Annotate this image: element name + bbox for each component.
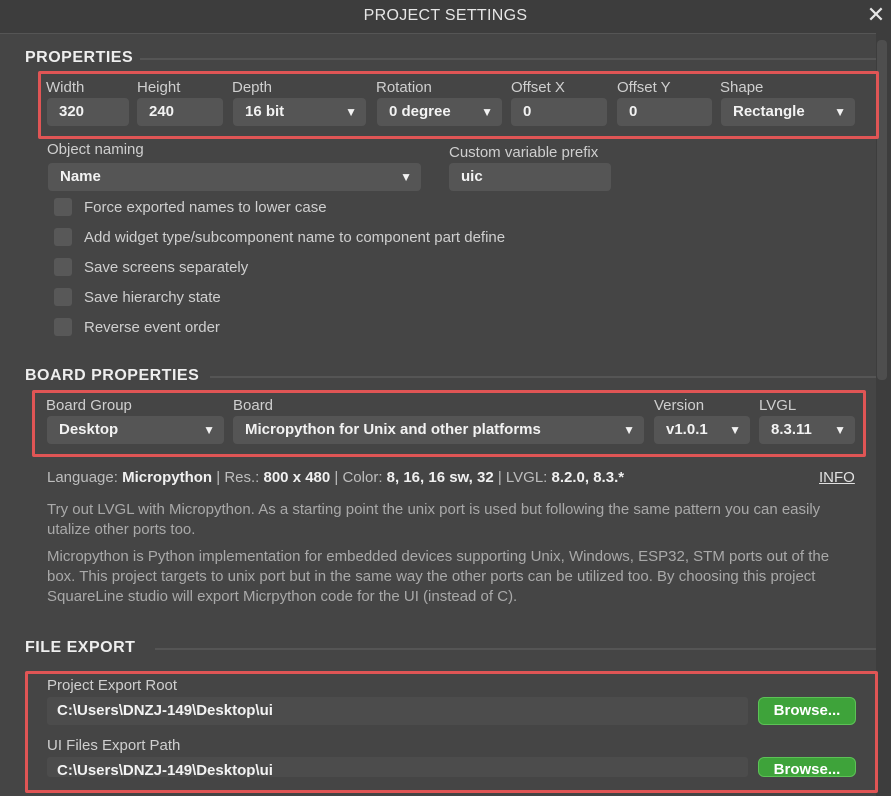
lvgl-dropdown[interactable]: 8.3.11 ▼ [759, 416, 855, 444]
board-group-value: Desktop [59, 421, 119, 438]
offset-y-label: Offset Y [617, 79, 671, 96]
lvgl-value: 8.3.11 [771, 421, 812, 438]
properties-title: PROPERTIES [25, 49, 134, 66]
board-group-label: Board Group [46, 397, 132, 414]
shape-dropdown[interactable]: Rectangle ▼ [721, 98, 855, 126]
lvgl-label: LVGL [759, 397, 797, 414]
version-dropdown[interactable]: v1.0.1 ▼ [654, 416, 750, 444]
checkbox-hierarchy[interactable] [54, 288, 72, 306]
res-label: | Res.: [216, 469, 260, 486]
depth-label: Depth [232, 79, 273, 96]
checkbox-lowercase[interactable] [54, 198, 72, 216]
info-link[interactable]: INFO [819, 469, 855, 486]
offset-x-input[interactable]: 0 [511, 98, 607, 126]
width-label: Width [46, 79, 85, 96]
language-value: Micropython [122, 469, 213, 486]
chevron-down-icon: ▼ [481, 105, 493, 119]
file-export-title: FILE EXPORT [25, 639, 136, 656]
scrollbar[interactable] [877, 40, 887, 380]
lvgl-info-value: 8.2.0, 8.3.* [551, 469, 625, 486]
offset-y-input[interactable]: 0 [617, 98, 712, 126]
section-divider [210, 376, 876, 378]
chevron-down-icon: ▼ [623, 423, 635, 437]
rotation-label: Rotation [376, 79, 432, 96]
object-naming-label: Object naming [47, 141, 144, 158]
board-group-dropdown[interactable]: Desktop ▼ [47, 416, 224, 444]
window-title: PROJECT SETTINGS [363, 7, 528, 24]
custom-prefix-input[interactable]: uic [449, 163, 611, 191]
res-value: 800 x 480 [263, 469, 331, 486]
section-divider [155, 648, 876, 650]
chevron-down-icon: ▼ [203, 423, 215, 437]
color-label: | Color: [334, 469, 383, 486]
chevron-down-icon: ▼ [400, 170, 412, 184]
board-description: Micropython is Python implementation for… [47, 548, 830, 605]
board-value: Micropython for Unix and other platforms [245, 421, 541, 438]
browse-button[interactable]: Browse... [758, 697, 856, 725]
board-properties-title: BOARD PROPERTIES [25, 367, 200, 384]
version-value: v1.0.1 [666, 421, 708, 438]
object-naming-value: Name [60, 168, 101, 185]
custom-prefix-label: Custom variable prefix [449, 144, 599, 161]
ui-files-input[interactable]: C:\Users\DNZJ-149\Desktop\ui [47, 757, 748, 777]
rotation-dropdown[interactable]: 0 degree ▼ [377, 98, 502, 126]
shape-value: Rectangle [733, 103, 805, 120]
checkbox-label: Add widget type/subcomponent name to com… [84, 229, 506, 246]
title-bar: PROJECT SETTINGS ✕ [0, 0, 891, 33]
project-root-input[interactable]: C:\Users\DNZJ-149\Desktop\ui [47, 697, 748, 725]
depth-dropdown[interactable]: 16 bit ▼ [233, 98, 366, 126]
version-label: Version [654, 397, 705, 414]
chevron-down-icon: ▼ [345, 105, 357, 119]
checkbox-save-screens[interactable] [54, 258, 72, 276]
chevron-down-icon: ▼ [834, 105, 846, 119]
board-description: Try out LVGL with Micropython. As a star… [47, 501, 821, 538]
board-label: Board [233, 397, 274, 414]
object-naming-dropdown[interactable]: Name ▼ [48, 163, 421, 191]
project-root-label: Project Export Root [47, 677, 178, 694]
checkbox-widget-type[interactable] [54, 228, 72, 246]
rotation-value: 0 degree [389, 103, 451, 120]
close-icon[interactable]: ✕ [865, 3, 887, 27]
chevron-down-icon: ▼ [834, 423, 846, 437]
offset-x-label: Offset X [511, 79, 565, 96]
shape-label: Shape [720, 79, 764, 96]
chevron-down-icon: ▼ [729, 423, 741, 437]
checkbox-label: Reverse event order [84, 319, 220, 336]
width-input[interactable]: 320 [47, 98, 129, 126]
checkbox-reverse-event[interactable] [54, 318, 72, 336]
color-value: 8, 16, 16 sw, 32 [386, 469, 494, 486]
board-info-line: Language: Micropython | Res.: 800 x 480 … [47, 469, 624, 486]
section-divider [140, 58, 876, 60]
depth-value: 16 bit [245, 103, 285, 120]
lvgl-info-label: | LVGL: [497, 469, 548, 486]
checkbox-label: Save hierarchy state [84, 289, 221, 306]
board-dropdown[interactable]: Micropython for Unix and other platforms… [233, 416, 644, 444]
height-input[interactable]: 240 [137, 98, 223, 126]
checkbox-label: Save screens separately [84, 259, 249, 276]
ui-files-label: UI Files Export Path [47, 737, 181, 754]
height-label: Height [137, 79, 181, 96]
browse-button[interactable]: Browse... [758, 757, 856, 777]
language-label: Language: [47, 469, 118, 486]
checkbox-label: Force exported names to lower case [84, 199, 327, 216]
